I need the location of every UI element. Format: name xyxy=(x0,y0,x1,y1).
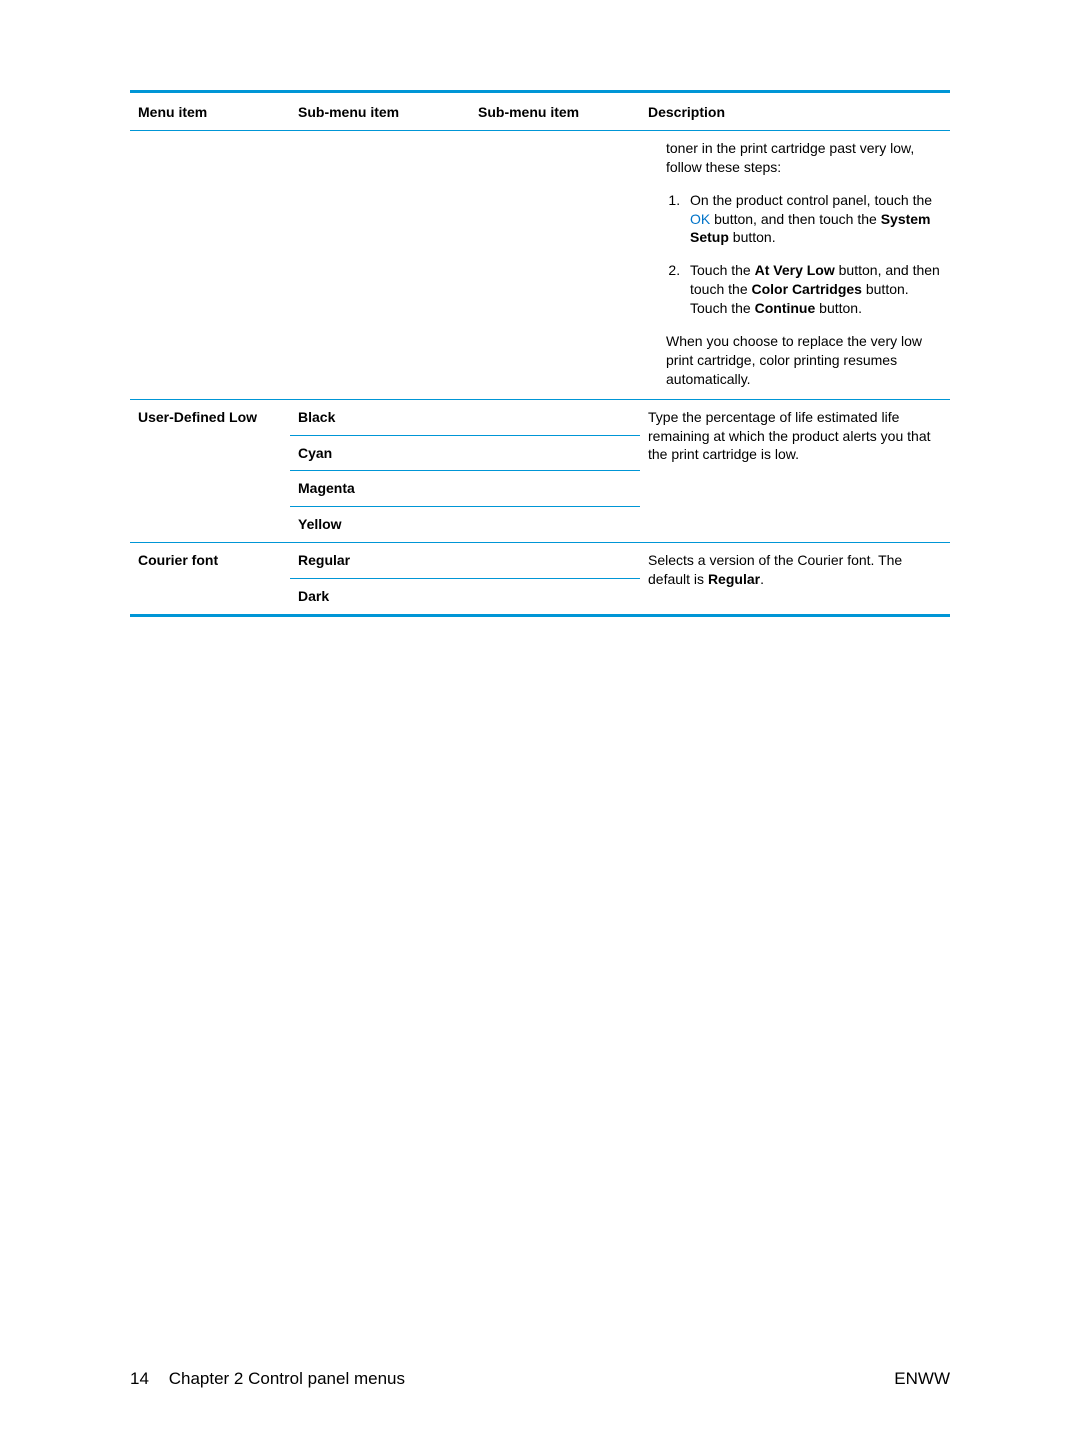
submenu-dark: Dark xyxy=(290,579,640,616)
menu-item-user-defined-low: User-Defined Low xyxy=(130,399,290,543)
submenu-magenta: Magenta xyxy=(290,471,640,507)
footer-right: ENWW xyxy=(894,1369,950,1389)
col-header-desc: Description xyxy=(640,92,950,131)
footer-left: 14 Chapter 2 Control panel menus xyxy=(130,1369,405,1389)
chapter-title: Chapter 2 Control panel menus xyxy=(169,1369,405,1388)
description-cell: Type the percentage of life estimated li… xyxy=(640,399,950,543)
ok-text: OK xyxy=(690,211,710,227)
menu-table: Menu item Sub-menu item Sub-menu item De… xyxy=(130,90,950,617)
page-footer: 14 Chapter 2 Control panel menus ENWW xyxy=(130,1369,950,1389)
page-number: 14 xyxy=(130,1369,164,1389)
table-row: Courier font Regular Selects a version o… xyxy=(130,543,950,579)
at-very-low-text: At Very Low xyxy=(755,262,835,278)
description-cell: Selects a version of the Courier font. T… xyxy=(640,543,950,616)
table-row: User-Defined Low Black Type the percenta… xyxy=(130,399,950,435)
step-item: On the product control panel, touch the … xyxy=(684,191,942,248)
continue-text: Continue xyxy=(755,300,816,316)
description-cell: toner in the print cartridge past very l… xyxy=(640,130,950,399)
col-header-menu: Menu item xyxy=(130,92,290,131)
submenu-black: Black xyxy=(290,399,640,435)
menu-item-courier-font: Courier font xyxy=(130,543,290,616)
col-header-sub2: Sub-menu item xyxy=(470,92,640,131)
steps-list: On the product control panel, touch the … xyxy=(666,191,942,318)
table-header-row: Menu item Sub-menu item Sub-menu item De… xyxy=(130,92,950,131)
submenu-cyan: Cyan xyxy=(290,435,640,471)
color-cartridges-text: Color Cartridges xyxy=(752,281,862,297)
col-header-sub1: Sub-menu item xyxy=(290,92,470,131)
document-page: Menu item Sub-menu item Sub-menu item De… xyxy=(0,0,1080,1437)
regular-bold-text: Regular xyxy=(708,571,760,587)
desc-intro: toner in the print cartridge past very l… xyxy=(666,139,942,177)
desc-outro: When you choose to replace the very low … xyxy=(666,332,942,389)
submenu-yellow: Yellow xyxy=(290,507,640,543)
submenu-regular: Regular xyxy=(290,543,640,579)
step-item: Touch the At Very Low button, and then t… xyxy=(684,261,942,318)
table-row: toner in the print cartridge past very l… xyxy=(130,130,950,399)
